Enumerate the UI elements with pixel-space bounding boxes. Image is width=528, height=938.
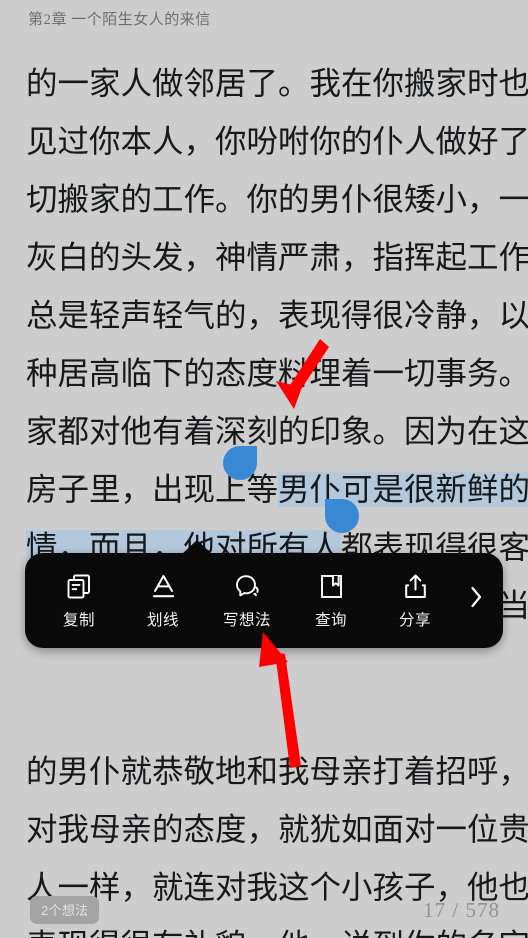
- reader-text-plain: 总是轻声轻气的，表现得很冷静，以一: [26, 298, 528, 333]
- toolbar-action-underline[interactable]: 划线: [121, 571, 205, 630]
- reader-text-plain: 种居高临下的态度料理着一切事务。大: [26, 356, 528, 391]
- reader-text-line: 的男仆就恭敬地和我母亲打着招呼，他: [26, 754, 528, 789]
- toolbar-occlusion-gap: [26, 635, 506, 743]
- reader-text-line: 见过你本人，你吩咐你的仆人做好了一: [26, 113, 528, 171]
- thought-bubble-icon: [232, 571, 262, 601]
- dictionary-icon: [316, 571, 346, 601]
- selection-handle-start[interactable]: [223, 446, 257, 480]
- copy-icon: [64, 571, 94, 601]
- toolbar-action-share[interactable]: 分享: [373, 571, 457, 630]
- selected-text-highlight[interactable]: 男仆可是很新鲜的事: [278, 472, 528, 507]
- toolbar-action-dictionary[interactable]: 查询: [289, 571, 373, 630]
- selection-context-toolbar: 复制 划线 写想法 查询 分享: [25, 540, 503, 648]
- toolbar-action-copy[interactable]: 复制: [37, 571, 121, 630]
- share-icon: [400, 571, 430, 601]
- toolbar-action-thought-bubble[interactable]: 写想法: [205, 571, 289, 630]
- toolbar-action-label: 查询: [314, 612, 347, 629]
- reader-text-plain: 见过你本人，你吩咐你的仆人做好了一: [26, 124, 528, 159]
- reader-text-line: 种居高临下的态度料理着一切事务。大: [26, 345, 528, 403]
- reader-text-line: 总是轻声轻气的，表现得很冷静，以一: [26, 287, 528, 345]
- more-actions-button[interactable]: [457, 586, 495, 615]
- reader-text-plain: 家都对他有着深刻的印象。因为在这间: [26, 414, 528, 449]
- toolbar-action-label: 分享: [398, 612, 431, 629]
- reader-text-body[interactable]: 的一家人做邻居了。我在你搬家时也没 见过你本人，你吩咐你的仆人做好了一 切搬家的工作…: [26, 55, 528, 938]
- toolbar-pointer-tail: [182, 540, 212, 554]
- reader-text-plain: 灰白的头发，神情严肃，指挥起工作来: [26, 240, 528, 275]
- underline-icon: [148, 571, 178, 601]
- chevron-right-icon: [470, 586, 483, 613]
- bottom-status-bar: 2个想法 17 / 578: [0, 882, 528, 938]
- toolbar-panel: 复制 划线 写想法 查询 分享: [25, 553, 503, 648]
- page-indicator: 17 / 578: [423, 897, 500, 922]
- thoughts-count-badge[interactable]: 2个想法: [30, 896, 100, 924]
- reader-text-plain: 切搬家的工作。你的男仆很矮小，一头: [26, 182, 528, 217]
- toolbar-action-label: 划线: [146, 612, 179, 629]
- reader-text-line: 灰白的头发，神情严肃，指挥起工作来: [26, 229, 528, 287]
- chapter-title: 第2章 一个陌生女人的来信: [28, 12, 211, 28]
- reader-text-line: 对我母亲的态度，就犹如面对一位贵妇: [26, 812, 528, 847]
- reader-text-line: 切搬家的工作。你的男仆很矮小，一头: [26, 171, 528, 229]
- toolbar-action-label: 写想法: [222, 612, 271, 629]
- reader-text-plain: 的一家人做邻居了。我在你搬家时也没: [26, 66, 528, 101]
- reader-text-line: 房子里，出现上等男仆可是很新鲜的事: [26, 461, 528, 519]
- toolbar-action-label: 复制: [62, 612, 95, 629]
- reader-text-line: 家都对他有着深刻的印象。因为在这间: [26, 403, 528, 461]
- reader-text-line: 的一家人做邻居了。我在你搬家时也没: [26, 55, 528, 113]
- selection-handle-end[interactable]: [325, 499, 359, 533]
